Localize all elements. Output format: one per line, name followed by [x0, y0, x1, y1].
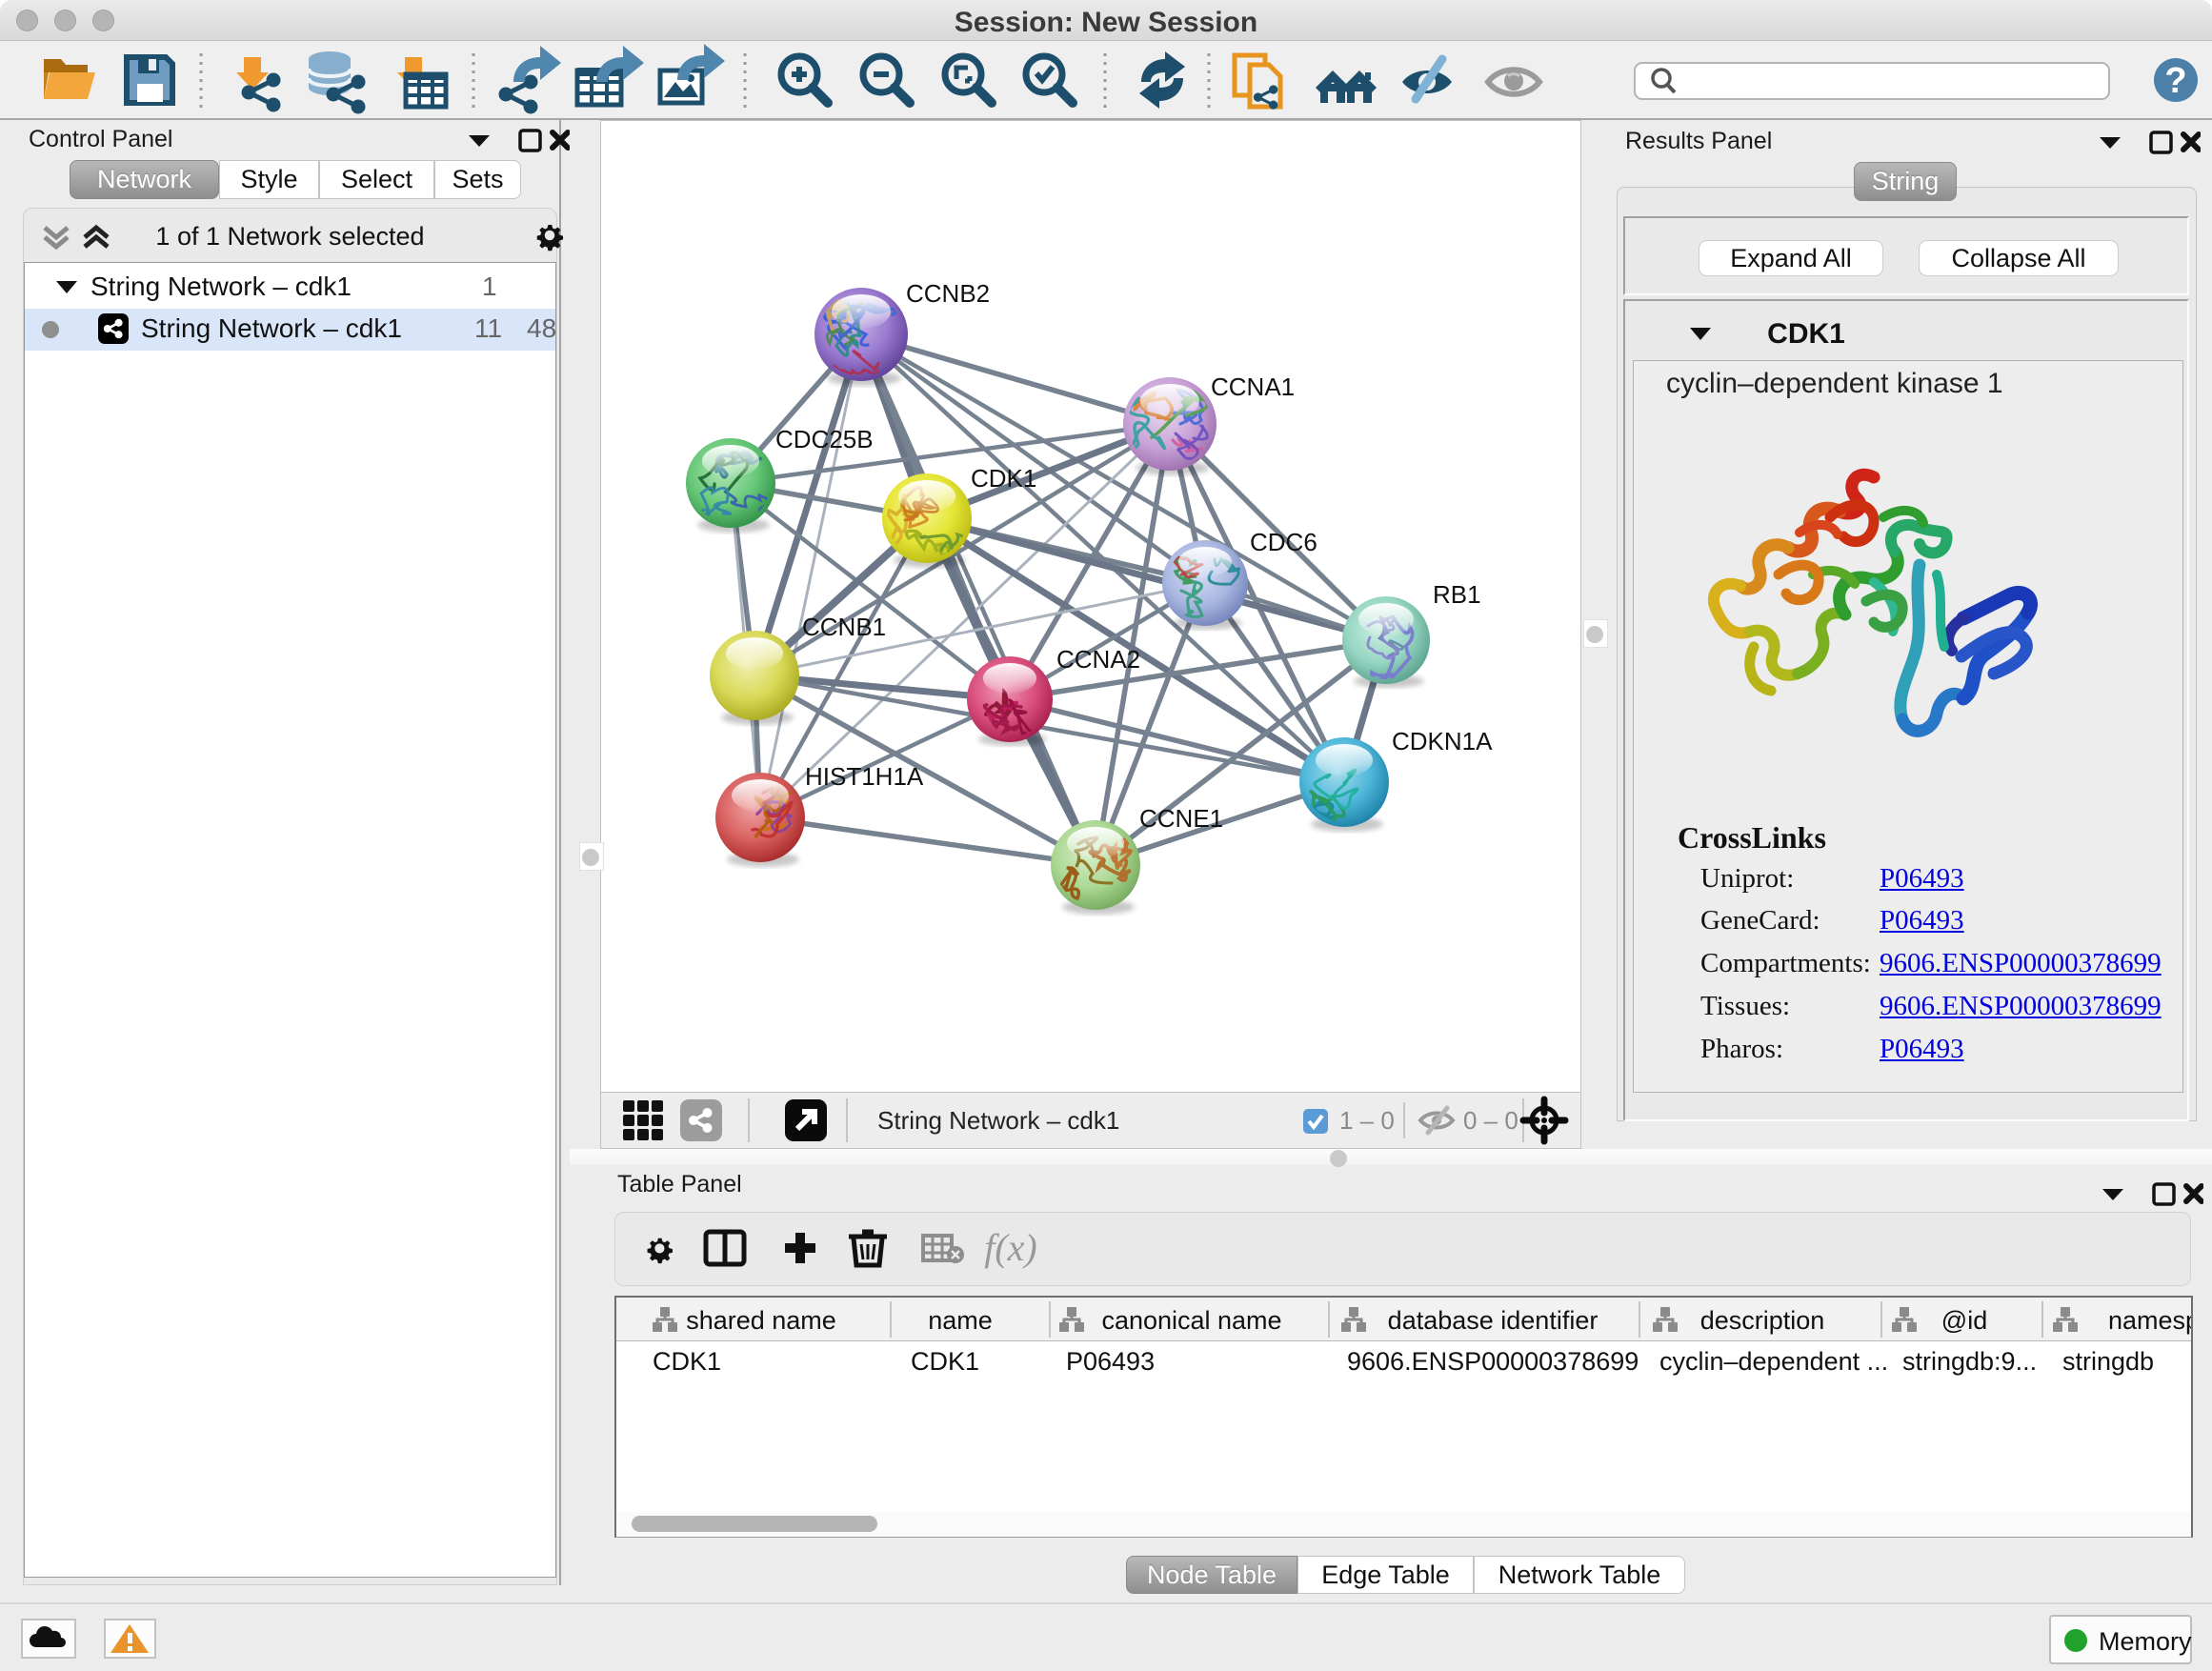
svg-text:namespace: namespace — [2108, 1306, 2191, 1335]
svg-text:CCNE1: CCNE1 — [1139, 804, 1223, 833]
svg-text:CDC25B: CDC25B — [775, 425, 874, 453]
svg-text:CCNB1: CCNB1 — [802, 613, 886, 641]
svg-text:CCNA2: CCNA2 — [1056, 645, 1140, 674]
svg-text:f(x): f(x) — [984, 1226, 1037, 1269]
svg-text:@id: @id — [1941, 1306, 1987, 1335]
svg-text:name: name — [928, 1306, 993, 1335]
svg-text:0 – 0: 0 – 0 — [1463, 1106, 1518, 1135]
svg-text:CCNA1: CCNA1 — [1211, 372, 1295, 401]
svg-text:database identifier: database identifier — [1388, 1306, 1599, 1335]
svg-text:CCNB2: CCNB2 — [906, 279, 990, 308]
svg-text:String Network – cdk1: String Network – cdk1 — [877, 1106, 1119, 1135]
svg-text:canonical name: canonical name — [1101, 1306, 1281, 1335]
svg-text:CDK1: CDK1 — [971, 464, 1036, 493]
svg-text:description: description — [1700, 1306, 1825, 1335]
svg-text:shared name: shared name — [686, 1306, 836, 1335]
svg-text:1 – 0: 1 – 0 — [1339, 1106, 1395, 1135]
svg-text:CDKN1A: CDKN1A — [1392, 727, 1493, 755]
svg-text:CDC6: CDC6 — [1250, 528, 1317, 556]
svg-text:?: ? — [2164, 61, 2186, 101]
svg-text:RB1: RB1 — [1433, 580, 1481, 609]
svg-text:HIST1H1A: HIST1H1A — [805, 762, 924, 791]
